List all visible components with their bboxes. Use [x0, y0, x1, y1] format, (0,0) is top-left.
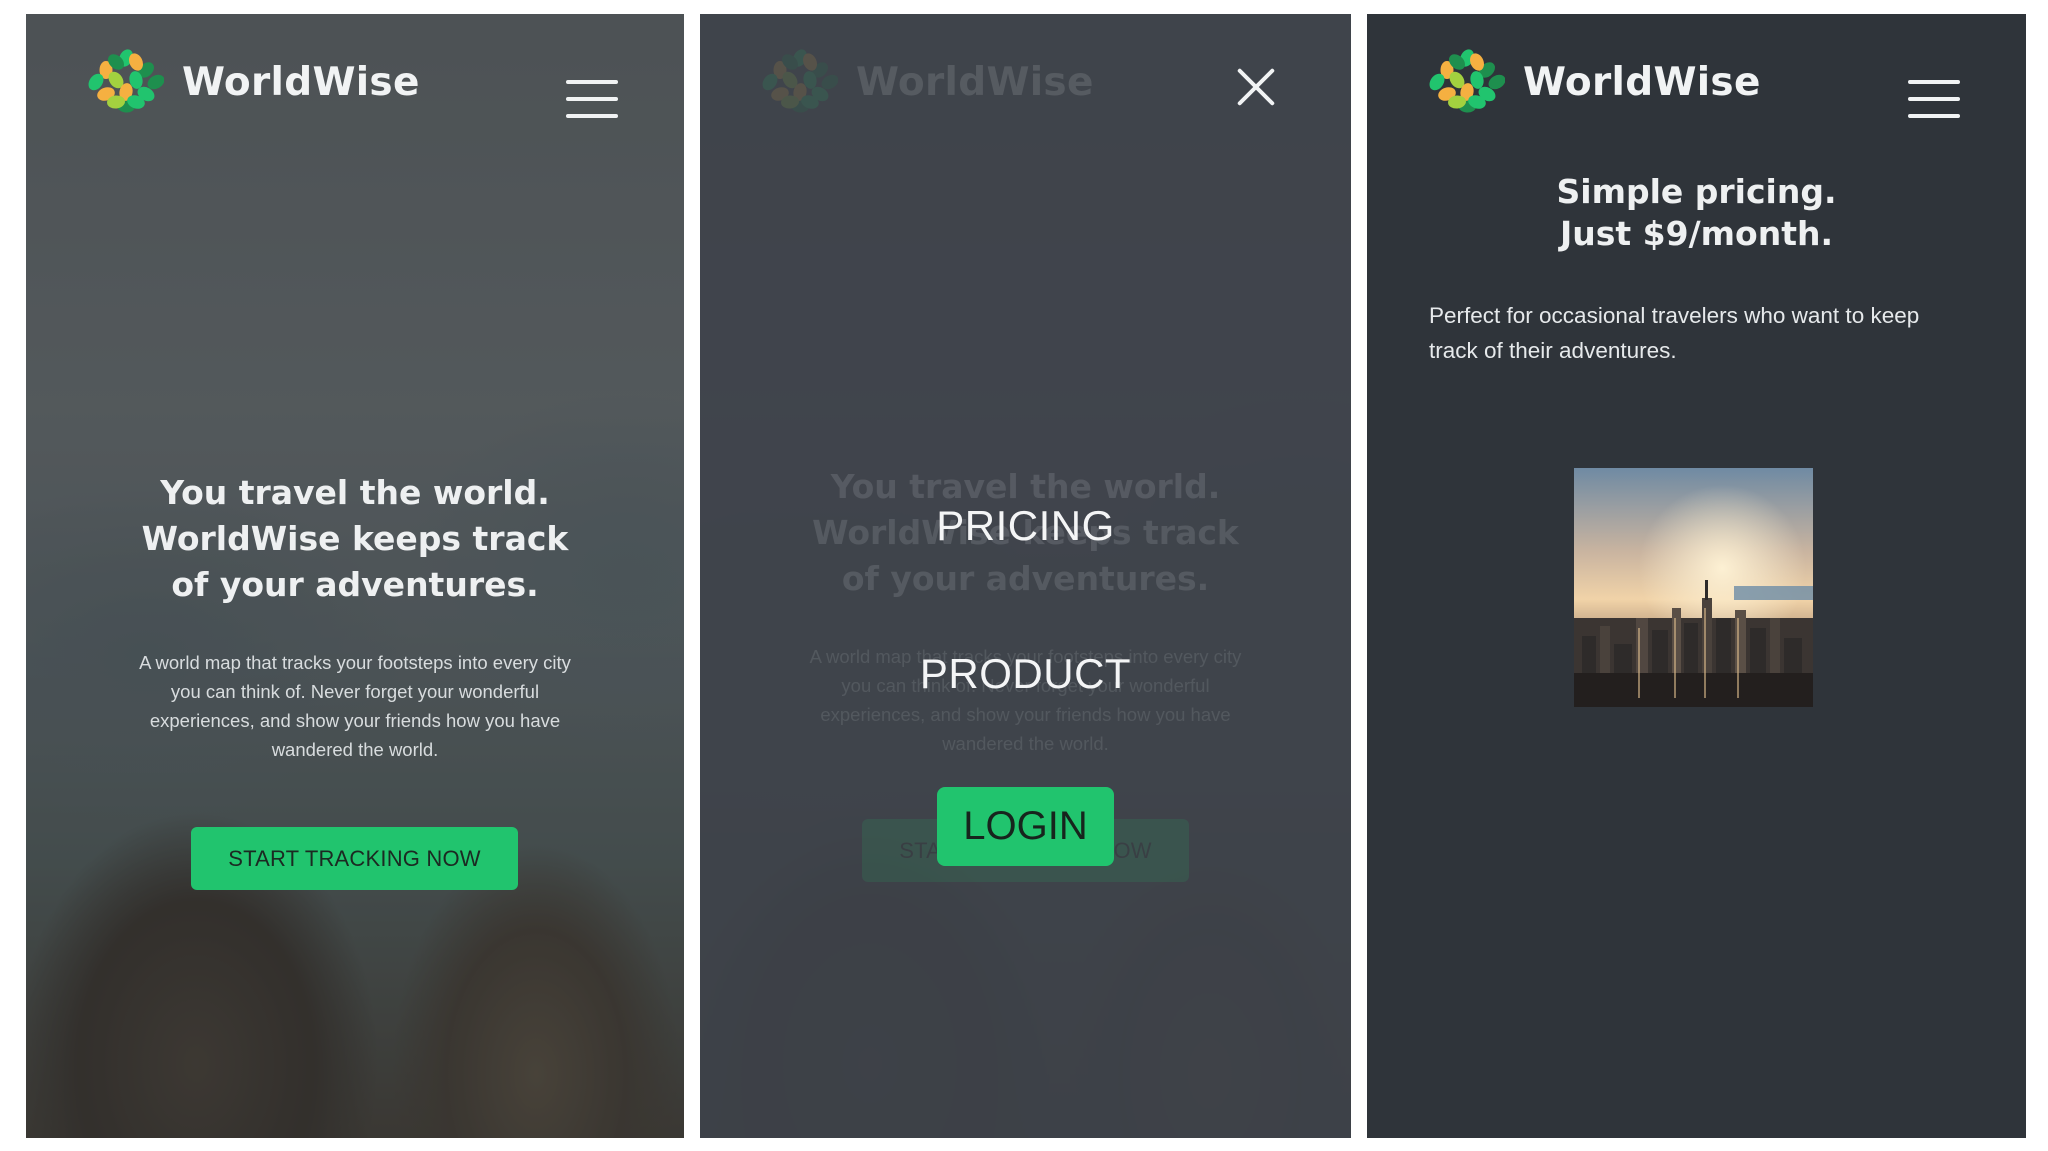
mobile-nav-menu: PRICING PRODUCT LOGIN: [700, 14, 1351, 1138]
login-button[interactable]: LOGIN: [937, 787, 1114, 866]
nav-item-pricing[interactable]: PRICING: [700, 502, 1351, 550]
start-tracking-button[interactable]: START TRACKING NOW: [191, 827, 518, 890]
home-screen: WorldWise You travel the world. WorldWis…: [26, 14, 684, 1138]
city-skyline-image: [1574, 468, 1813, 707]
globe-logo-icon: [88, 44, 164, 120]
nav-item-product[interactable]: PRODUCT: [700, 650, 1351, 698]
pricing-screen: WorldWise Simple pricing. Just $9/month.…: [1367, 14, 2026, 1138]
hero-headline: You travel the world. WorldWise keeps tr…: [141, 473, 569, 604]
brand-logo[interactable]: WorldWise: [1429, 44, 1761, 120]
pricing-title-line1: Simple pricing.: [1556, 172, 1837, 211]
page-header: WorldWise: [1367, 14, 2026, 149]
hero-section: You travel the world. WorldWise keeps tr…: [26, 470, 684, 764]
brand-name: WorldWise: [1523, 59, 1761, 105]
pricing-description: Perfect for occasional travelers who wan…: [1429, 303, 1920, 363]
menu-open-screen: WorldWise You travel the world. WorldWis…: [700, 14, 1351, 1138]
globe-logo-icon: [1429, 44, 1505, 120]
page-header: WorldWise: [26, 14, 684, 149]
brand-name: WorldWise: [182, 59, 420, 105]
hero-description: A world map that tracks your footsteps i…: [139, 652, 571, 760]
hamburger-menu-icon[interactable]: [566, 80, 618, 118]
brand-logo[interactable]: WorldWise: [88, 44, 420, 120]
pricing-title: Simple pricing. Just $9/month.: [1367, 171, 2026, 255]
showcase-canvas: WorldWise You travel the world. WorldWis…: [0, 0, 2048, 1151]
hamburger-menu-icon[interactable]: [1908, 80, 1960, 118]
pricing-title-line2: Just $9/month.: [1559, 214, 1833, 253]
